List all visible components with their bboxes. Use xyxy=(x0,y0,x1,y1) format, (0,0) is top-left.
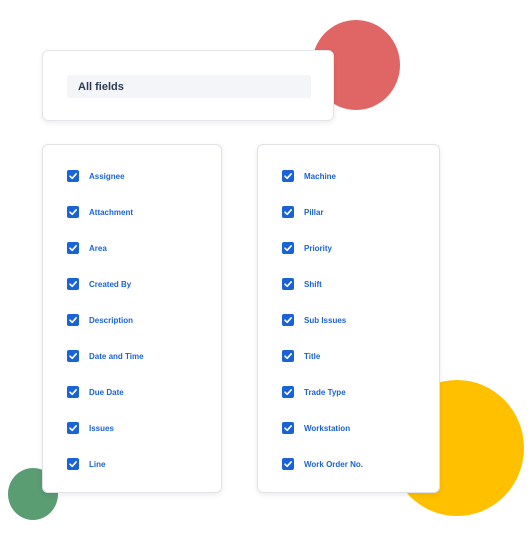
checkbox-checked-icon[interactable] xyxy=(67,170,79,182)
field-option[interactable]: Title xyxy=(282,349,320,363)
field-option[interactable]: Work Order No. xyxy=(282,457,363,471)
field-option-label: Description xyxy=(89,315,134,325)
checkbox-checked-icon[interactable] xyxy=(282,242,294,254)
field-option-label: Priority xyxy=(304,243,333,253)
checkbox-checked-icon[interactable] xyxy=(67,206,79,218)
checkbox-checked-icon[interactable] xyxy=(67,458,79,470)
field-list-right: Machine Pillar Priority Shift Sub Issues… xyxy=(257,144,440,493)
checkbox-checked-icon[interactable] xyxy=(282,278,294,290)
checkbox-checked-icon[interactable] xyxy=(282,170,294,182)
checkbox-checked-icon[interactable] xyxy=(282,386,294,398)
field-option-label: Area xyxy=(89,243,107,253)
field-option-label: Title xyxy=(304,351,321,361)
field-option-label: Date and Time xyxy=(89,351,144,361)
field-option[interactable]: Trade Type xyxy=(282,385,346,399)
field-option[interactable]: Created By xyxy=(67,277,131,291)
checkbox-checked-icon[interactable] xyxy=(67,242,79,254)
field-option-label: Pillar xyxy=(304,207,324,217)
field-option[interactable]: Shift xyxy=(282,277,322,291)
field-option[interactable]: Pillar xyxy=(282,205,324,219)
checkbox-checked-icon[interactable] xyxy=(67,350,79,362)
field-option-label: Assignee xyxy=(89,171,125,181)
field-option-label: Trade Type xyxy=(304,387,346,397)
field-option[interactable]: Line xyxy=(67,457,105,471)
field-option-label: Sub Issues xyxy=(304,315,347,325)
all-fields-selector[interactable]: All fields xyxy=(67,75,311,98)
fields-selector-card: All fields xyxy=(42,50,334,121)
field-option[interactable]: Priority xyxy=(282,241,332,255)
field-option-label: Shift xyxy=(304,279,322,289)
field-option[interactable]: Workstation xyxy=(282,421,350,435)
checkbox-checked-icon[interactable] xyxy=(67,314,79,326)
field-option-label: Workstation xyxy=(304,423,351,433)
checkbox-checked-icon[interactable] xyxy=(67,422,79,434)
field-option-label: Line xyxy=(89,459,106,469)
field-option[interactable]: Attachment xyxy=(67,205,133,219)
field-option[interactable]: Area xyxy=(67,241,107,255)
field-option[interactable]: Description xyxy=(67,313,133,327)
field-option-label: Work Order No. xyxy=(304,459,363,469)
field-option[interactable]: Sub Issues xyxy=(282,313,346,327)
field-option[interactable]: Due Date xyxy=(67,385,124,399)
field-option[interactable]: Issues xyxy=(67,421,114,435)
field-option-label: Machine xyxy=(304,171,337,181)
field-option[interactable]: Machine xyxy=(282,169,336,183)
checkbox-checked-icon[interactable] xyxy=(282,458,294,470)
checkbox-checked-icon[interactable] xyxy=(282,422,294,434)
checkbox-checked-icon[interactable] xyxy=(282,206,294,218)
field-option-label: Attachment xyxy=(89,207,134,217)
checkbox-checked-icon[interactable] xyxy=(67,278,79,290)
field-list-left: Assignee Attachment Area Created By Desc… xyxy=(42,144,222,493)
checkbox-checked-icon[interactable] xyxy=(67,386,79,398)
field-option-label: Due Date xyxy=(89,387,124,397)
field-option[interactable]: Date and Time xyxy=(67,349,144,363)
checkbox-checked-icon[interactable] xyxy=(282,314,294,326)
field-option[interactable]: Assignee xyxy=(67,169,125,183)
field-option-label: Created By xyxy=(89,279,132,289)
checkbox-checked-icon[interactable] xyxy=(282,350,294,362)
field-option-label: Issues xyxy=(89,423,114,433)
